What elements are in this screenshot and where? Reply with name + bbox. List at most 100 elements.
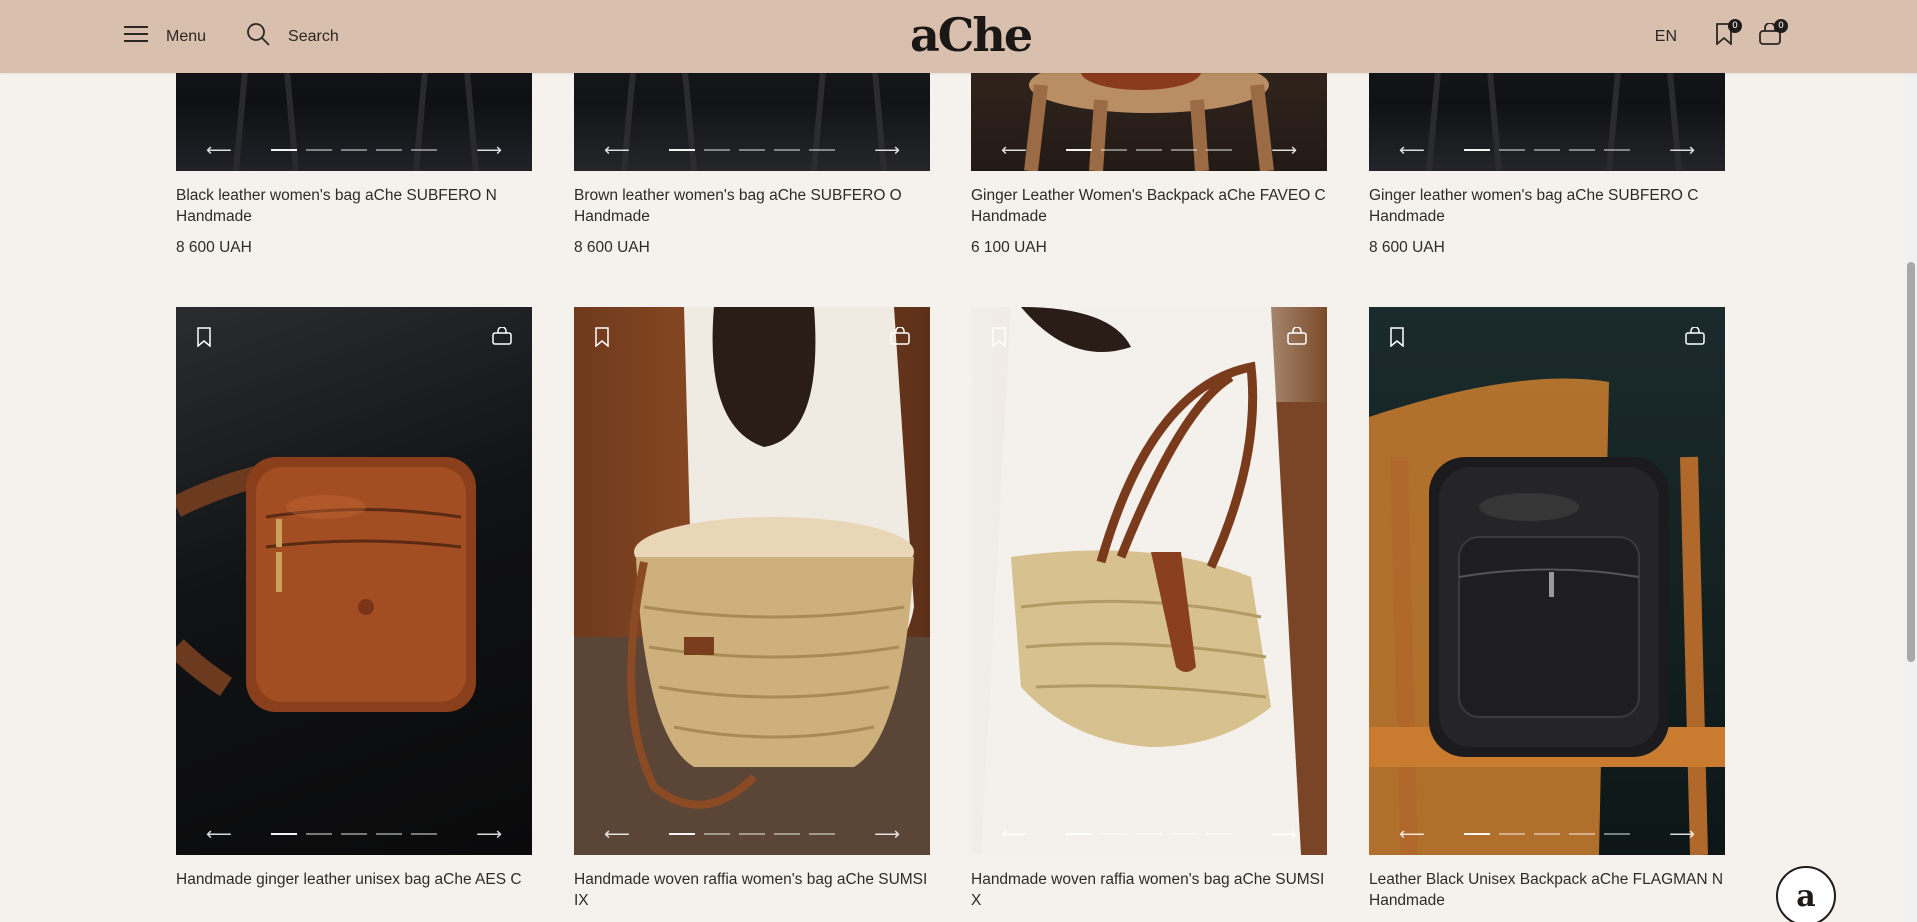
image-carousel-controls: ⟵ ⟶ [574,140,930,160]
carousel-dot[interactable] [411,833,437,835]
carousel-dot[interactable] [1499,833,1525,835]
carousel-dot[interactable] [1066,833,1092,835]
carousel-dot[interactable] [1604,833,1630,835]
product-title[interactable]: Leather Black Unisex Backpack aChe FLAGM… [1369,869,1725,911]
carousel-prev-arrow[interactable]: ⟵ [604,140,630,160]
product-title[interactable]: Handmade woven raffia women's bag aChe S… [971,869,1327,911]
product-image[interactable]: ⟵ ⟶ [971,307,1327,855]
product-card[interactable]: ⟵ ⟶ Handmade ginger leather unisex bag a… [176,307,532,890]
carousel-dot[interactable] [306,149,332,151]
carousel-dot[interactable] [1101,149,1127,151]
carousel-next-arrow[interactable]: ⟶ [476,824,502,844]
product-title[interactable]: Ginger Leather Women's Backpack aChe FAV… [971,185,1327,227]
bookmark-icon[interactable] [991,327,1007,352]
carousel-dot[interactable] [1569,149,1595,151]
carousel-dot[interactable] [376,149,402,151]
carousel-dot[interactable] [704,833,730,835]
search-label: Search [288,27,339,45]
product-title[interactable]: Brown leather women's bag aChe SUBFERO O… [574,185,930,227]
shopping-bag-icon[interactable] [492,326,512,350]
carousel-dot[interactable] [669,149,695,151]
carousel-dot[interactable] [739,833,765,835]
scrollbar-thumb[interactable] [1907,262,1915,662]
carousel-dot[interactable] [1534,833,1560,835]
carousel-next-arrow[interactable]: ⟶ [1669,824,1695,844]
brown-leather-bag-illustration [176,457,476,712]
product-title[interactable]: Handmade ginger leather unisex bag aChe … [176,869,532,890]
carousel-next-arrow[interactable]: ⟶ [1669,140,1695,160]
image-carousel-controls: ⟵ ⟶ [971,824,1327,844]
carousel-dot[interactable] [809,833,835,835]
search-button[interactable]: Search [246,22,339,51]
carousel-prev-arrow[interactable]: ⟵ [604,824,630,844]
product-card[interactable]: ⟵ ⟶ Handmade woven raffia women's bag aC… [574,307,930,911]
header-right: EN 0 0 [1655,0,1788,73]
product-price: 8 600 UAH [1369,239,1445,256]
carousel-dot[interactable] [341,833,367,835]
carousel-dot[interactable] [1136,833,1162,835]
cart-button[interactable]: 0 [1757,18,1788,50]
carousel-dot[interactable] [1464,833,1490,835]
carousel-dot[interactable] [809,149,835,151]
carousel-dot[interactable] [774,833,800,835]
carousel-dot[interactable] [306,833,332,835]
menu-button[interactable]: Menu [124,25,206,48]
bookmark-icon[interactable] [1389,327,1405,352]
carousel-dot[interactable] [1066,149,1092,151]
carousel-prev-arrow[interactable]: ⟵ [206,140,232,160]
product-price: 8 600 UAH [176,239,252,256]
carousel-next-arrow[interactable]: ⟶ [874,140,900,160]
carousel-dot[interactable] [1534,149,1560,151]
carousel-dot[interactable] [774,149,800,151]
carousel-dot[interactable] [1101,833,1127,835]
product-title[interactable]: Ginger leather women's bag aChe SUBFERO … [1369,185,1725,227]
carousel-next-arrow[interactable]: ⟶ [1271,824,1297,844]
carousel-dot[interactable] [1136,149,1162,151]
carousel-prev-arrow[interactable]: ⟵ [1399,824,1425,844]
carousel-dot[interactable] [1171,149,1197,151]
shopping-bag-icon[interactable] [1287,326,1307,350]
carousel-dot[interactable] [1604,149,1630,151]
carousel-dot[interactable] [1464,149,1490,151]
carousel-next-arrow[interactable]: ⟶ [874,824,900,844]
carousel-dot[interactable] [341,149,367,151]
search-icon [246,22,270,51]
site-header: Menu Search aChe EN 0 0 [0,0,1917,73]
carousel-dot[interactable] [1569,833,1595,835]
carousel-prev-arrow[interactable]: ⟵ [1001,824,1027,844]
carousel-dot[interactable] [1206,149,1232,151]
carousel-dot[interactable] [704,149,730,151]
favorites-button[interactable]: 0 [1711,18,1742,50]
shopping-bag-icon[interactable] [1685,326,1705,350]
raffia-tote-illustration [981,307,1327,855]
carousel-dot[interactable] [739,149,765,151]
carousel-dot[interactable] [1499,149,1525,151]
carousel-prev-arrow[interactable]: ⟵ [1399,140,1425,160]
chat-widget-button[interactable]: a [1776,866,1836,922]
carousel-next-arrow[interactable]: ⟶ [476,140,502,160]
bookmark-icon[interactable] [196,327,212,352]
product-title[interactable]: Handmade woven raffia women's bag aChe S… [574,869,930,911]
carousel-dot[interactable] [271,149,297,151]
product-card[interactable]: ⟵ ⟶ Handmade woven raffia women's bag aC… [971,307,1327,911]
product-title[interactable]: Black leather women's bag aChe SUBFERO N… [176,185,532,227]
carousel-next-arrow[interactable]: ⟶ [1271,140,1297,160]
product-card[interactable]: ⟵ ⟶ Leather Black Unisex Backpack aChe F… [1369,307,1725,911]
carousel-dot[interactable] [271,833,297,835]
shopping-bag-icon[interactable] [890,326,910,350]
menu-label: Menu [166,27,207,45]
carousel-dot[interactable] [411,149,437,151]
language-switcher[interactable]: EN [1655,28,1677,46]
carousel-prev-arrow[interactable]: ⟵ [206,824,232,844]
carousel-prev-arrow[interactable]: ⟵ [1001,140,1027,160]
page-scrollbar[interactable] [1905,0,1917,922]
product-image[interactable]: ⟵ ⟶ [176,307,532,855]
carousel-dot[interactable] [669,833,695,835]
carousel-dot[interactable] [376,833,402,835]
carousel-dot[interactable] [1206,833,1232,835]
bookmark-icon[interactable] [594,327,610,352]
site-logo[interactable]: aChe [910,5,1033,65]
product-image[interactable]: ⟵ ⟶ [1369,307,1725,855]
product-image[interactable]: ⟵ ⟶ [574,307,930,855]
carousel-dot[interactable] [1171,833,1197,835]
